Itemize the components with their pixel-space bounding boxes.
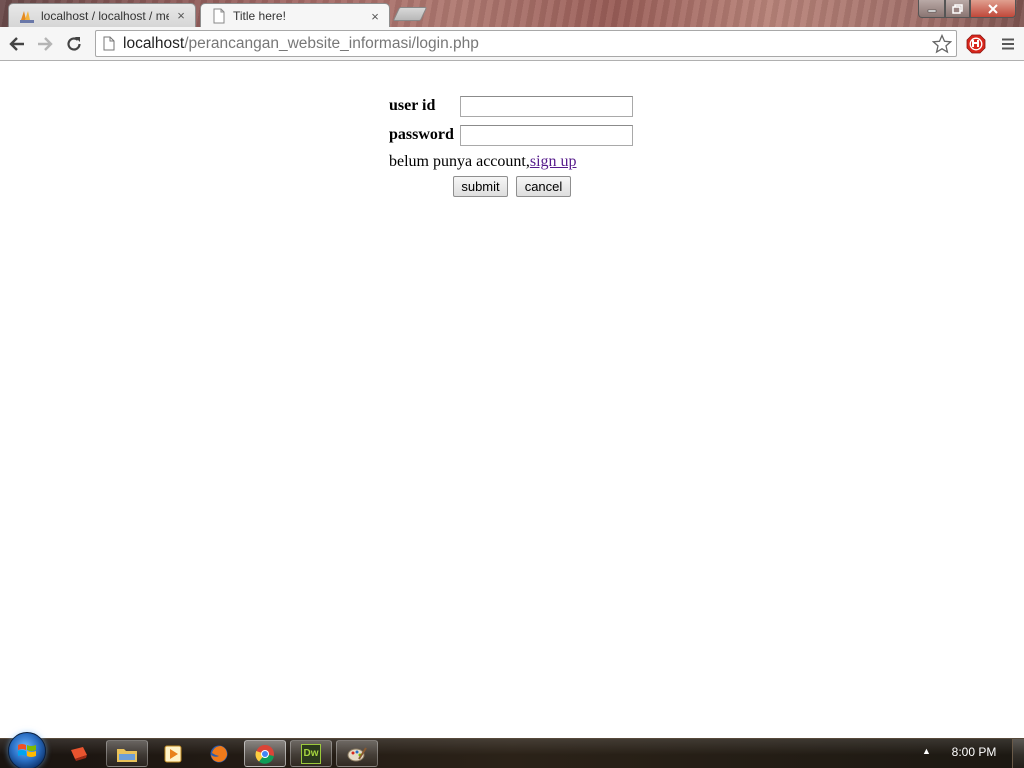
url-text[interactable]: localhost/perancangan_website_informasi/… <box>123 35 479 53</box>
close-window-button[interactable] <box>970 0 1016 18</box>
restore-button[interactable] <box>945 0 970 18</box>
taskbar-app-sticky[interactable] <box>58 740 100 767</box>
password-row: password <box>389 122 649 151</box>
taskbar-app-chrome[interactable] <box>244 740 286 767</box>
firefox-icon <box>210 745 228 762</box>
dreamweaver-icon: Dw <box>301 743 321 764</box>
bookmark-button[interactable] <box>931 33 953 59</box>
taskbar-app-firefox[interactable] <box>198 740 240 767</box>
show-hidden-icons-button[interactable]: ▲ <box>922 746 931 756</box>
browser-toolbar: localhost/perancangan_website_informasi/… <box>0 27 1024 61</box>
tab-title: localhost / localhost / me <box>41 8 169 23</box>
signup-link[interactable]: sign up <box>530 153 577 170</box>
close-tab-icon[interactable]: × <box>369 9 381 24</box>
sticky-note-icon <box>71 746 87 761</box>
reload-icon <box>67 37 81 51</box>
tab-title-here[interactable]: Title here! × <box>200 3 390 27</box>
back-button[interactable] <box>5 32 29 56</box>
forward-arrow-icon <box>38 37 53 51</box>
tab-title: Title here! <box>233 9 286 23</box>
show-desktop-button[interactable] <box>1012 739 1024 768</box>
forward-button[interactable] <box>33 32 57 56</box>
minimize-button[interactable] <box>918 0 945 18</box>
hamburger-menu-icon <box>1002 38 1014 50</box>
userid-row: user id <box>389 93 649 122</box>
login-form: user id password belum punya account,sig… <box>389 93 649 202</box>
signup-prompt: belum punya account,sign up <box>389 151 649 175</box>
taskbar-app-dreamweaver[interactable]: Dw <box>290 740 332 767</box>
password-input[interactable] <box>460 125 633 146</box>
signup-text: belum punya account, <box>389 153 530 170</box>
taskbar-app-media[interactable] <box>152 740 194 767</box>
back-arrow-icon <box>9 37 24 51</box>
close-icon <box>988 3 998 14</box>
userid-input[interactable] <box>460 96 633 117</box>
reload-button[interactable] <box>62 32 86 56</box>
submit-button[interactable]: submit <box>453 176 508 197</box>
page-icon <box>213 8 225 24</box>
media-player-icon <box>164 745 182 762</box>
adblock-icon <box>966 34 986 54</box>
chrome-menu-button[interactable] <box>996 32 1020 56</box>
url-host: localhost <box>123 34 185 52</box>
url-path: /perancangan_website_informasi/login.php <box>184 34 479 52</box>
file-explorer-icon <box>117 748 137 762</box>
phpmyadmin-icon <box>20 10 34 23</box>
cancel-button[interactable]: cancel <box>516 176 571 197</box>
form-buttons: submit cancel <box>389 176 649 202</box>
taskbar-app-explorer[interactable] <box>106 740 148 767</box>
address-bar[interactable]: localhost/perancangan_website_informasi/… <box>95 30 957 57</box>
tab-phpmyadmin[interactable]: localhost / localhost / me × <box>8 3 196 27</box>
windows-logo-icon <box>18 744 36 757</box>
taskbar-app-paint[interactable] <box>336 740 378 767</box>
start-button[interactable] <box>8 732 46 768</box>
chrome-icon <box>255 744 274 764</box>
password-label: password <box>389 126 454 143</box>
userid-label: user id <box>389 97 436 114</box>
minimize-icon <box>927 9 936 12</box>
extension-button[interactable] <box>964 32 988 56</box>
paint-icon <box>347 746 367 761</box>
page-info-icon <box>103 36 115 51</box>
browser-titlebar: localhost / localhost / me × Title here!… <box>0 0 1024 27</box>
close-tab-icon[interactable]: × <box>175 8 187 23</box>
system-clock[interactable]: 8:00 PM <box>944 745 1004 759</box>
star-icon <box>931 33 953 54</box>
restore-icon <box>952 3 963 14</box>
page-content: user id password belum punya account,sig… <box>0 62 1024 738</box>
